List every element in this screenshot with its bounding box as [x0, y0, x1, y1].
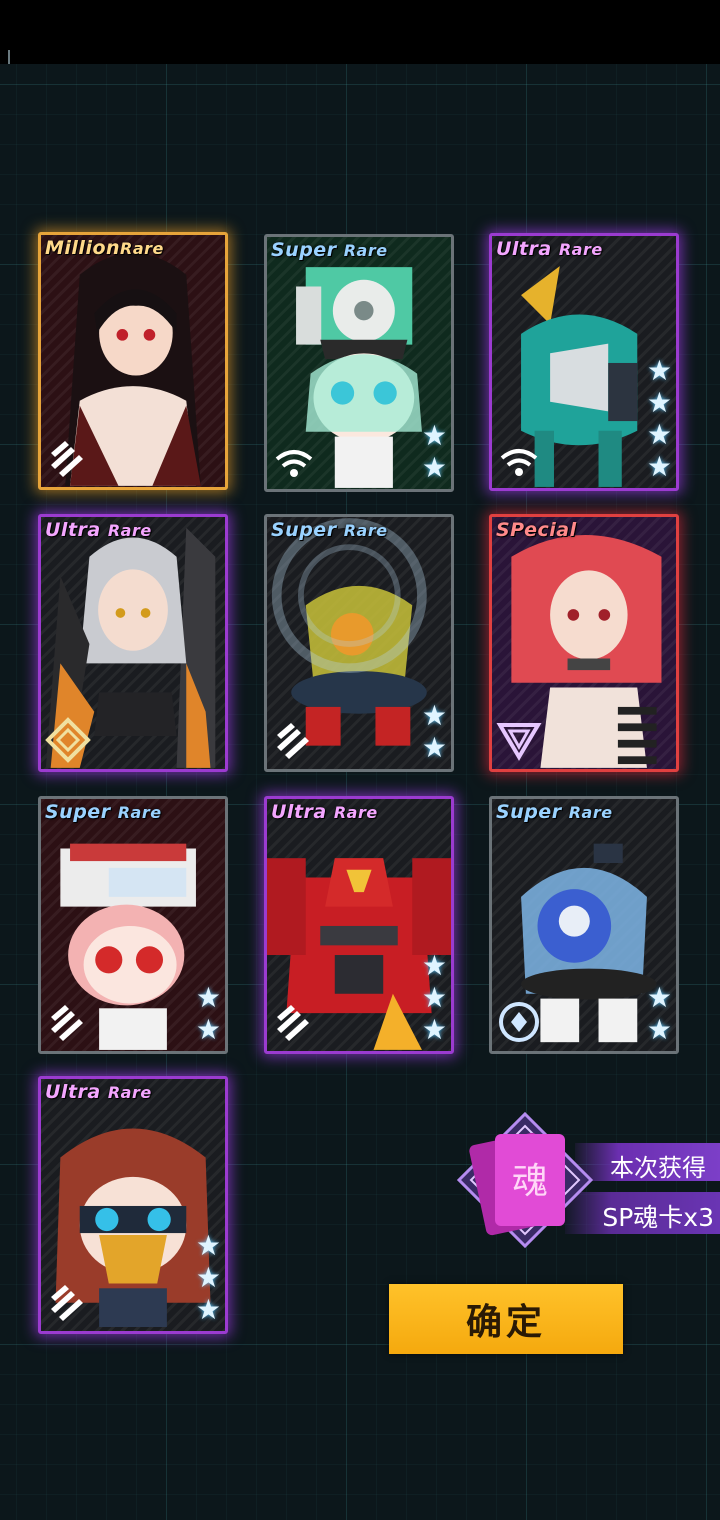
- star-icon: ★: [421, 1013, 447, 1046]
- wifi-emblem-icon: [500, 449, 538, 476]
- soul-card-reward: 魂 本次获得 SP魂卡x3: [455, 1110, 720, 1250]
- star-rating: ★ ★ ★: [196, 1231, 221, 1325]
- status-bar: [0, 0, 720, 86]
- star-icon: ★: [646, 418, 672, 451]
- card-8[interactable]: Ultra Rare ★ ★ ★: [264, 796, 454, 1054]
- star-icon: ★: [646, 981, 672, 1014]
- stripe-emblem-icon: [277, 723, 309, 759]
- star-rating: ★ ★ ★: [422, 951, 447, 1045]
- card-2[interactable]: Super Rare ★ ★: [264, 234, 454, 492]
- card-1[interactable]: MillionRare: [38, 232, 228, 490]
- rarity-label: Ultra Rare: [271, 801, 378, 823]
- star-icon: ★: [646, 354, 672, 387]
- rarity-label: Ultra Rare: [496, 238, 603, 260]
- circle-emblem-icon: [499, 1002, 539, 1042]
- card-10[interactable]: Ultra Rare ★ ★ ★: [38, 1076, 228, 1334]
- card-5[interactable]: Super Rare ★ ★: [264, 514, 454, 772]
- star-icon: ★: [421, 731, 447, 764]
- svg-text:魂: 魂: [512, 1161, 548, 1202]
- star-rating: ★ ★: [647, 983, 672, 1045]
- rarity-label: MillionRare: [45, 237, 164, 259]
- star-icon: ★: [421, 451, 447, 484]
- star-rating: ★ ★: [196, 983, 221, 1045]
- star-icon: ★: [195, 1293, 221, 1326]
- star-icon: ★: [646, 450, 672, 483]
- card-4[interactable]: Ultra Rare: [38, 514, 228, 772]
- star-rating: ★ ★ ★ ★: [647, 356, 672, 482]
- wifi-emblem-icon: [275, 450, 313, 477]
- stripe-emblem-icon: [51, 1005, 83, 1041]
- rarity-label: Super Rare: [45, 801, 162, 823]
- rarity-label: SPecial: [496, 519, 577, 541]
- rarity-label: Ultra Rare: [45, 519, 152, 541]
- rarity-label: Super Rare: [496, 801, 613, 823]
- confirm-button[interactable]: 确定: [389, 1284, 623, 1354]
- rarity-label: Ultra Rare: [45, 1081, 152, 1103]
- star-icon: ★: [646, 1013, 672, 1046]
- star-icon: ★: [195, 981, 221, 1014]
- star-icon: ★: [421, 981, 447, 1014]
- star-rating: ★ ★: [422, 701, 447, 763]
- star-icon: ★: [421, 699, 447, 732]
- star-icon: ★: [646, 386, 672, 419]
- star-icon: ★: [195, 1013, 221, 1046]
- card-3[interactable]: Ultra Rare ★ ★ ★ ★: [489, 233, 679, 491]
- star-icon: ★: [421, 419, 447, 452]
- reward-label: 本次获得: [610, 1154, 706, 1182]
- stripe-emblem-icon: [51, 1285, 83, 1321]
- star-icon: ★: [195, 1229, 221, 1262]
- star-icon: ★: [421, 949, 447, 982]
- rarity-label: Super Rare: [271, 519, 388, 541]
- reward-value: SP魂卡x3: [602, 1203, 714, 1232]
- stripe-emblem-icon: [277, 1005, 309, 1041]
- soul-card-icon: 魂: [456, 1111, 594, 1249]
- star-rating: ★ ★: [422, 421, 447, 483]
- card-6[interactable]: SPecial: [489, 514, 679, 772]
- triangle-emblem-icon: [496, 723, 542, 761]
- star-icon: ★: [195, 1261, 221, 1294]
- card-9[interactable]: Super Rare ★ ★: [489, 796, 679, 1054]
- rarity-label: Super Rare: [271, 239, 388, 261]
- diamond-emblem-icon: [45, 717, 91, 763]
- stripe-emblem-icon: [51, 441, 83, 477]
- card-7[interactable]: Super Rare ★ ★: [38, 796, 228, 1054]
